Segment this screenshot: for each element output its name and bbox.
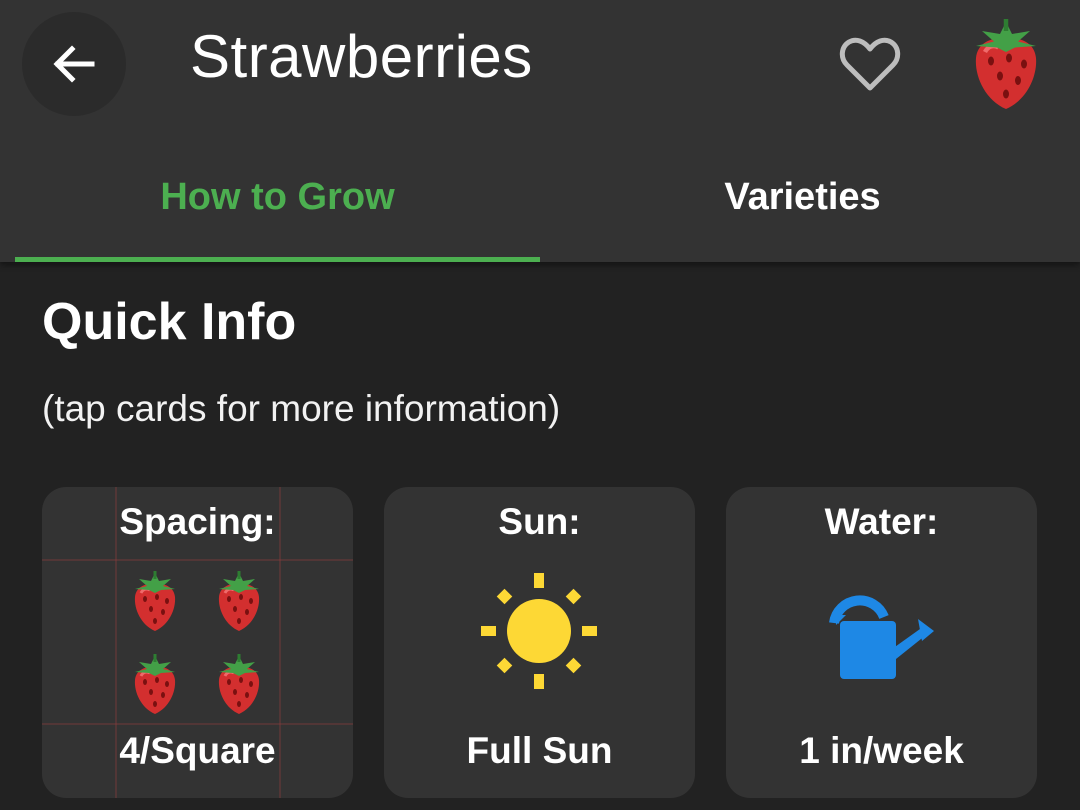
tab-varieties-label: Varieties [724, 176, 881, 218]
page-title: Strawberries [190, 23, 533, 90]
sun-card[interactable]: Sun: Full Sun [384, 487, 695, 798]
favorite-button[interactable] [838, 34, 902, 94]
spacing-label: Spacing: [119, 501, 276, 542]
hint-text: (tap cards for more information) [42, 388, 561, 429]
water-card[interactable]: Water: 1 in/week [726, 487, 1037, 798]
tab-indicator [15, 257, 540, 262]
strawberry-icon [131, 652, 179, 716]
watering-can-icon [829, 595, 934, 679]
spacing-card[interactable]: Spacing: 4/Square [42, 487, 353, 798]
water-value: 1 in/week [799, 730, 964, 771]
grid-line [42, 559, 353, 561]
sun-value: Full Sun [466, 730, 613, 771]
section-title: Quick Info [42, 293, 297, 351]
app-bar: Strawberries How to Grow Varieties [0, 0, 1080, 262]
spacing-value: 4/Square [119, 730, 276, 771]
heart-outline-icon [839, 37, 901, 91]
strawberry-icon [215, 652, 263, 716]
tab-how-to-grow-label: How to Grow [160, 176, 395, 218]
strawberry-icon [131, 569, 179, 633]
strawberry-icon [968, 16, 1044, 112]
sun-icon [481, 573, 597, 689]
water-label: Water: [824, 501, 939, 542]
sun-label: Sun: [498, 501, 581, 542]
grid-line [42, 723, 353, 725]
tab-how-to-grow[interactable]: How to Grow [15, 140, 540, 262]
back-button[interactable] [22, 12, 126, 116]
arrow-left-icon [53, 45, 95, 83]
strawberry-icon [215, 569, 263, 633]
tab-varieties[interactable]: Varieties [540, 140, 1065, 262]
